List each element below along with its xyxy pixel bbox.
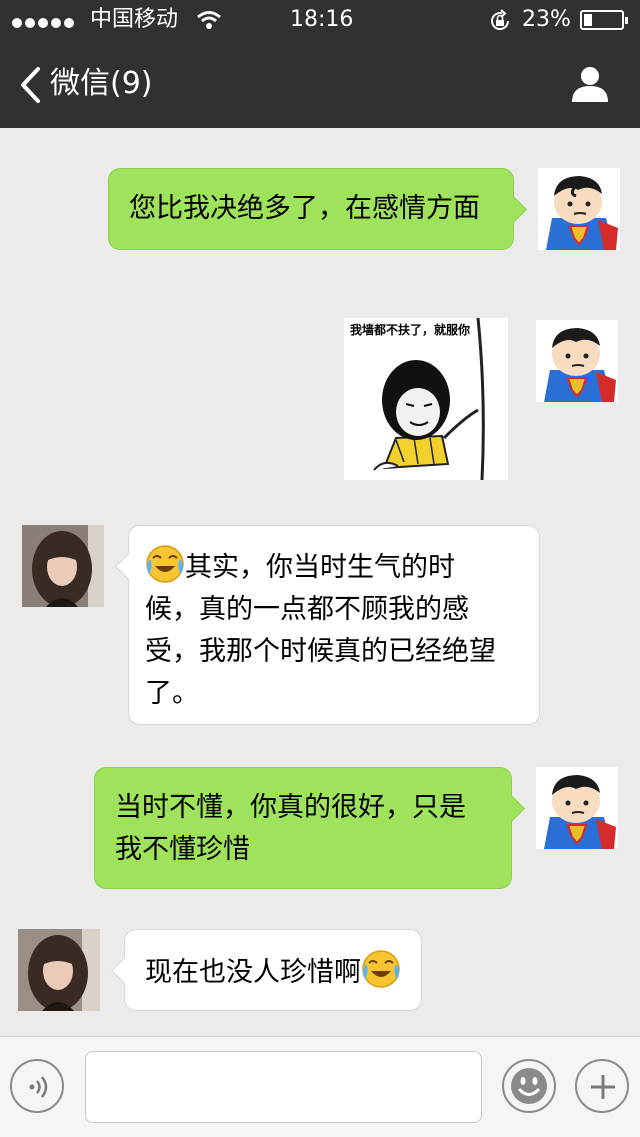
my-avatar[interactable] (536, 767, 618, 849)
back-button[interactable]: 微信(9) (18, 62, 178, 106)
clock-time: 18:16 (290, 7, 354, 32)
crying-laughing-emoji-icon (146, 545, 184, 583)
meme-face-sticker-icon (373, 318, 485, 480)
message-text: 现在也没人珍惜啊 (145, 949, 441, 994)
girl-photo-avatar-icon (22, 525, 104, 607)
message-text-body: 现在也没人珍惜啊 (145, 957, 361, 988)
message-bubble-received[interactable]: 其实，你当时生气的时 候，真的一点都不顾我的感 受，我那个时候真的已经绝望 了。 (115, 525, 540, 725)
emoji-button[interactable] (502, 1059, 556, 1113)
sticker-image[interactable]: 我墙都不扶了，就服你 (344, 318, 508, 480)
message-bubble-received[interactable]: 现在也没人珍惜啊 (111, 929, 422, 1011)
status-bar: 中国移动 18:16 23% (0, 0, 640, 40)
message-text: 其实，你当时生气的时 候，真的一点都不顾我的感 受，我那个时候真的已经绝望 了。 (145, 544, 555, 715)
orientation-lock-icon (491, 9, 510, 30)
message-input[interactable] (85, 1051, 482, 1123)
my-avatar[interactable] (536, 320, 618, 402)
chat-area[interactable]: 您比我决绝多了，在感情方面 我墙都不扶了，就服你 其实，你当时生气的时 候，真的… (0, 128, 640, 1036)
contact-avatar[interactable] (18, 929, 100, 1011)
superman-avatar-icon (538, 168, 620, 250)
superman-avatar-icon (536, 320, 618, 402)
contact-avatar[interactable] (22, 525, 104, 607)
girl-photo-avatar-icon (18, 929, 100, 1011)
voice-button[interactable] (10, 1059, 64, 1113)
message-text: 您比我决绝多了，在感情方面 (129, 193, 480, 224)
signal-strength-icon (12, 13, 77, 32)
message-bubble-sent[interactable]: 您比我决绝多了，在感情方面 (108, 168, 527, 250)
chevron-left-icon (21, 67, 40, 103)
input-bar (0, 1036, 640, 1137)
message-bubble-sent[interactable]: 当时不懂，你真的很好，只是 我不懂珍惜 (94, 767, 525, 889)
superman-avatar-icon (536, 767, 618, 849)
my-avatar[interactable] (538, 168, 620, 250)
more-button[interactable] (575, 1059, 629, 1113)
message-text-body: 其实，你当时生气的时 候，真的一点都不顾我的感 受，我那个时候真的已经绝望 了。 (145, 552, 496, 709)
smiley-icon (511, 1068, 547, 1104)
plus-icon (591, 1075, 615, 1099)
voice-icon (29, 1076, 48, 1098)
nav-bar: 微信(9) (0, 40, 640, 128)
battery-percent: 23% (522, 7, 571, 32)
wifi-icon (197, 11, 221, 29)
crying-laughing-emoji-icon (362, 950, 400, 988)
carrier-name: 中国移动 (90, 7, 179, 32)
message-text: 当时不懂，你真的很好，只是 我不懂珍惜 (115, 792, 466, 865)
back-label: 微信(9) (50, 66, 153, 101)
battery-icon (580, 10, 628, 30)
person-icon[interactable] (570, 64, 610, 104)
